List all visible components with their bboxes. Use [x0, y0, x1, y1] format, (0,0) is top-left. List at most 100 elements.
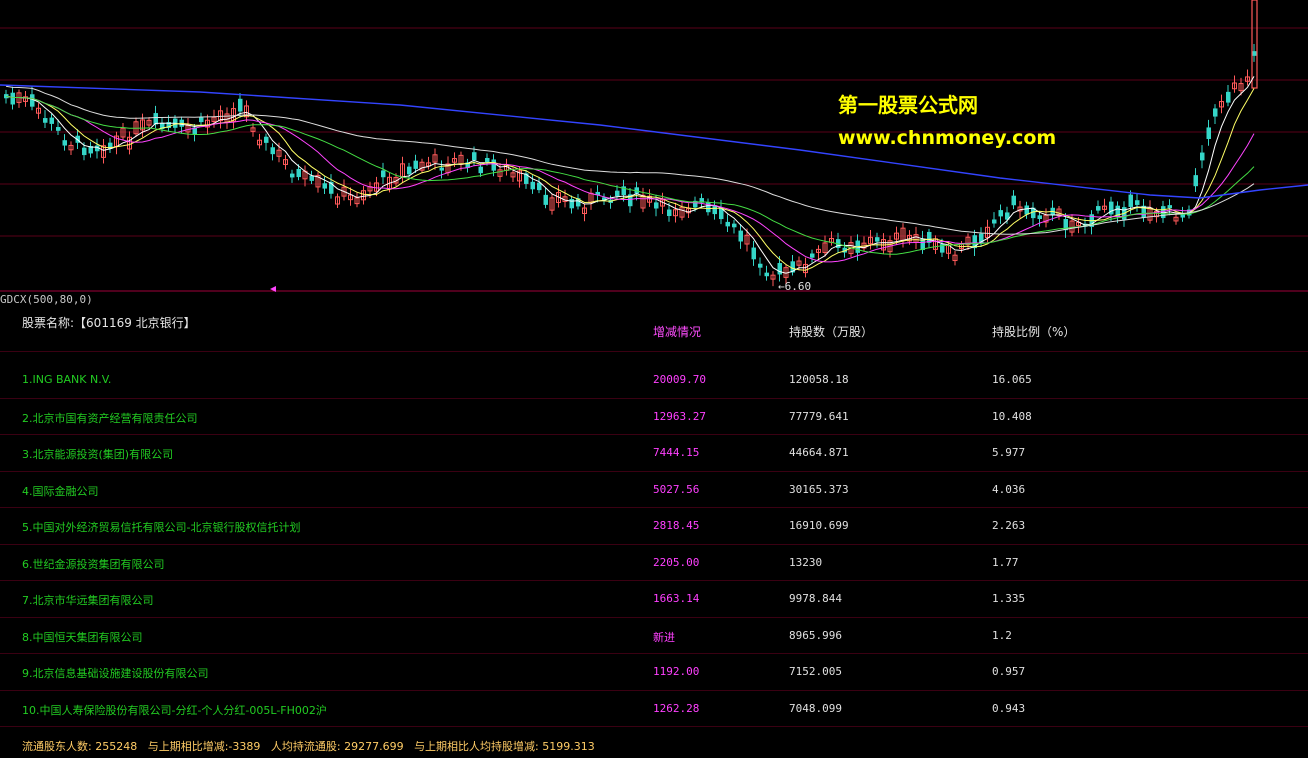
holder-name: 7.北京市华远集团有限公司 [22, 594, 154, 607]
candle-body-down [667, 209, 672, 216]
holders-count: 流通股东人数: 255248 [22, 740, 138, 753]
low-price-marker: ←6.60 [778, 280, 811, 292]
candle-body-down [322, 183, 327, 189]
holder-change: 1192.00 [653, 665, 700, 678]
holder-change: 1262.28 [653, 702, 700, 715]
price-chart-canvas[interactable]: ←6.60 [0, 0, 1308, 292]
holder-ratio: 16.065 [992, 373, 1032, 386]
candle-body-down [725, 221, 730, 227]
candle-body-down [1206, 127, 1211, 139]
holder-change: 7444.15 [653, 446, 700, 459]
candle-body-down [309, 175, 314, 181]
holder-shares: 7152.005 [789, 665, 842, 678]
candle-body-down [1252, 51, 1257, 56]
holder-name: 1.ING BANK N.V. [22, 373, 112, 386]
candle-body-down [732, 223, 737, 228]
holder-shares: 9978.844 [789, 592, 842, 605]
row-divider [0, 690, 1308, 691]
holder-name: 6.世纪金源投资集团有限公司 [22, 558, 165, 571]
candle-body-down [654, 202, 659, 209]
holder-name: 2.北京市国有资产经营有限责任公司 [22, 412, 198, 425]
candle-body-down [777, 263, 782, 275]
candlestick-chart[interactable]: ←6.60 [0, 0, 1308, 292]
watermark-url: www.chnmoney.com [838, 127, 1057, 149]
candle-body-down [1024, 205, 1029, 215]
candle-body-down [569, 198, 574, 209]
candle-body-down [290, 173, 295, 178]
candle-body-down [751, 247, 756, 260]
row-divider [0, 580, 1308, 581]
holder-change: 12963.27 [653, 410, 706, 423]
holder-name: 8.中国恒天集团有限公司 [22, 631, 143, 644]
candle-body-down [530, 181, 535, 190]
row-divider [0, 544, 1308, 545]
candle-body-down [1226, 91, 1231, 103]
candle-body-down [615, 190, 620, 197]
holder-ratio: 0.943 [992, 702, 1026, 715]
holder-shares: 77779.641 [789, 410, 849, 423]
row-divider [0, 434, 1308, 435]
holder-shares: 44664.871 [789, 446, 849, 459]
row-divider [0, 726, 1308, 727]
row-divider [0, 617, 1308, 618]
holder-ratio: 4.036 [992, 483, 1026, 496]
row-divider [0, 471, 1308, 472]
candle-body-down [413, 160, 418, 169]
candle-body-down [764, 272, 769, 277]
holder-ratio: 1.77 [992, 556, 1019, 569]
column-header-shares: 持股数（万股） [789, 325, 874, 339]
avg-shares-change: 与上期相比人均持股增减: 5199.313 [414, 740, 595, 753]
holders-change: 与上期相比增减:-3389 [147, 740, 261, 753]
candle-body-down [491, 159, 496, 171]
candle-body-down [30, 94, 35, 107]
holder-shares: 8965.996 [789, 629, 842, 642]
candle-body-down [10, 92, 15, 105]
candle-body-down [472, 152, 477, 161]
candle-body-down [56, 127, 61, 131]
holder-name: 4.国际金融公司 [22, 485, 99, 498]
candle-body-down [1193, 175, 1198, 187]
candle-body-down [543, 194, 548, 205]
candle-body-down [1037, 215, 1042, 220]
holder-name: 3.北京能源投资(集团)有限公司 [22, 448, 174, 461]
holder-change: 5027.56 [653, 483, 700, 496]
candle-body-down [270, 147, 275, 155]
candle-body-down [478, 166, 483, 174]
holder-ratio: 0.957 [992, 665, 1026, 678]
holder-ratio: 5.977 [992, 446, 1026, 459]
candle-body-down [1011, 195, 1016, 206]
candle-body-down [1167, 205, 1172, 209]
candle-body-down [738, 230, 743, 242]
holder-change: 新进 [653, 631, 675, 644]
holder-change: 20009.70 [653, 373, 706, 386]
row-divider [0, 398, 1308, 399]
stock-name-label: 股票名称:【601169 北京银行】 [22, 316, 196, 330]
candle-body-down [153, 113, 158, 125]
holder-name: 10.中国人寿保险股份有限公司-分红-个人分红-005L-FH002沪 [22, 704, 327, 717]
holder-ratio: 10.408 [992, 410, 1032, 423]
candle-body-down [199, 117, 204, 123]
avg-float-shares: 人均持流通股: 29277.699 [270, 740, 404, 753]
holder-change: 2205.00 [653, 556, 700, 569]
holder-shares: 16910.699 [789, 519, 849, 532]
candle-body-down [43, 118, 48, 123]
candle-body-down [439, 167, 444, 171]
holder-ratio: 2.263 [992, 519, 1026, 532]
candle-body-down [1135, 200, 1140, 205]
candle-body-down [1200, 152, 1205, 161]
ma-line-yellow [5, 88, 1255, 271]
watermark-title: 第一股票公式网 [838, 93, 978, 117]
holder-shares: 30165.373 [789, 483, 849, 496]
candle-body-down [992, 219, 997, 224]
candle-body-down [1128, 194, 1133, 207]
row-divider [0, 653, 1308, 654]
holder-change: 1663.14 [653, 592, 700, 605]
candle-body-down [810, 253, 815, 258]
candle-body-down [407, 166, 412, 175]
candle-body-down [998, 210, 1003, 217]
row-divider [0, 351, 1308, 352]
holder-ratio: 1.2 [992, 629, 1012, 642]
candle-body-down [62, 140, 67, 146]
holder-shares: 7048.099 [789, 702, 842, 715]
holder-shares: 120058.18 [789, 373, 849, 386]
